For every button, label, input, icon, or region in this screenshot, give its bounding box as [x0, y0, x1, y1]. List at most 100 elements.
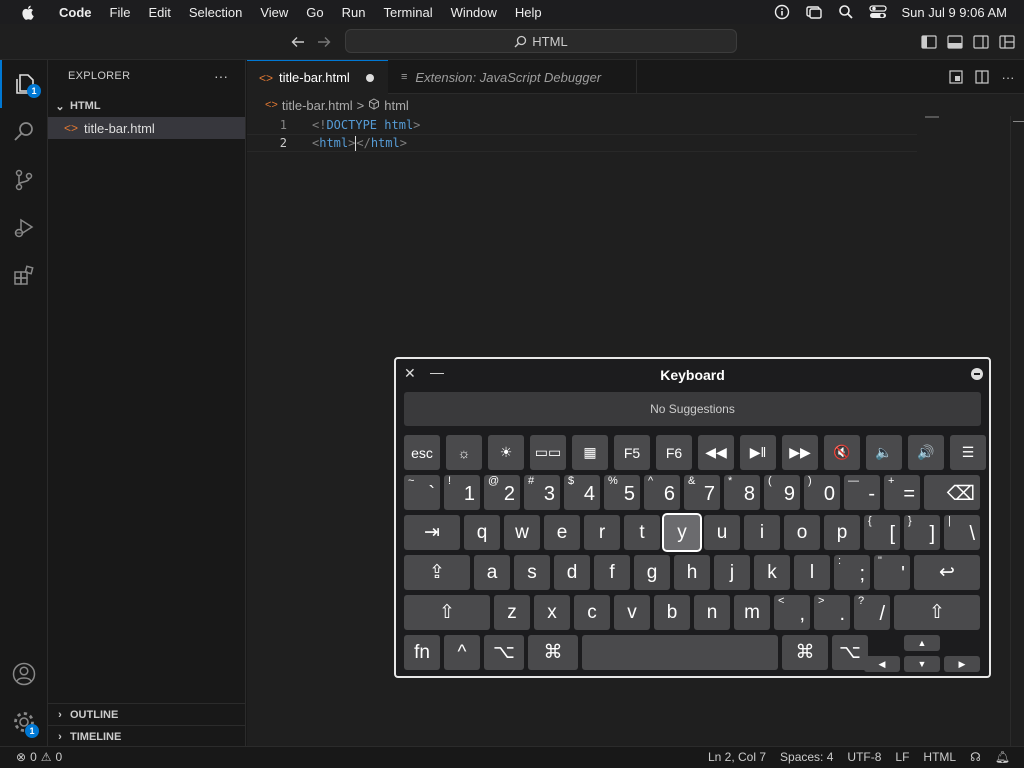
- key-row0-1[interactable]: ☼: [446, 435, 482, 470]
- key-row1-8[interactable]: * 8: [724, 475, 760, 510]
- key-row4-11[interactable]: ⇧: [894, 595, 980, 630]
- accounts-activity[interactable]: [0, 650, 48, 698]
- key-row1-2[interactable]: @2: [484, 475, 520, 510]
- menu-run[interactable]: Run: [333, 5, 375, 20]
- arrow-right-key[interactable]: ▶: [944, 656, 980, 672]
- key-row2-13[interactable]: | \: [944, 515, 980, 550]
- key-row0-3[interactable]: ▭▭: [530, 435, 566, 470]
- explorer-activity[interactable]: 1: [0, 60, 48, 108]
- arrow-left-key[interactable]: ◀: [864, 656, 900, 672]
- manage-activity[interactable]: 1: [0, 698, 48, 746]
- menu-file[interactable]: File: [101, 5, 140, 20]
- minimap[interactable]: [925, 116, 1024, 746]
- menu-window[interactable]: Window: [442, 5, 506, 20]
- tab-extension-js-debugger[interactable]: ≡ Extension: JavaScript Debugger: [389, 60, 637, 94]
- key-row4-7[interactable]: m: [734, 595, 770, 630]
- menu-go[interactable]: Go: [297, 5, 332, 20]
- spotlight-search-icon[interactable]: [833, 0, 859, 24]
- key-row4-4[interactable]: v: [614, 595, 650, 630]
- apple-icon[interactable]: [19, 3, 37, 21]
- key-row2-1[interactable]: q: [464, 515, 500, 550]
- info-icon[interactable]: [769, 0, 795, 24]
- more-actions-icon[interactable]: ···: [1000, 69, 1016, 85]
- key-row1-3[interactable]: #3: [524, 475, 560, 510]
- menu-help[interactable]: Help: [506, 5, 551, 20]
- key-row2-4[interactable]: r: [584, 515, 620, 550]
- key-row3-0[interactable]: ⇪: [404, 555, 470, 590]
- key-row1-4[interactable]: $4: [564, 475, 600, 510]
- key-row3-1[interactable]: a: [474, 555, 510, 590]
- screen-mirroring-icon[interactable]: [801, 0, 827, 24]
- menu-view[interactable]: View: [251, 5, 297, 20]
- spacebar-key[interactable]: [582, 635, 778, 670]
- key-row0-11[interactable]: 🔈: [866, 435, 902, 470]
- end-of-line[interactable]: LF: [895, 750, 909, 764]
- extensions-activity[interactable]: [0, 252, 48, 300]
- key-row3-9[interactable]: l: [794, 555, 830, 590]
- menu-selection[interactable]: Selection: [180, 5, 251, 20]
- key-row2-0[interactable]: ⇥: [404, 515, 460, 550]
- file-item-title-bar[interactable]: <> title-bar.html: [48, 117, 245, 139]
- source-control-activity[interactable]: [0, 156, 48, 204]
- key-row1-1[interactable]: ! 1: [444, 475, 480, 510]
- key-row0-6[interactable]: F6: [656, 435, 692, 470]
- key-row0-0[interactable]: esc: [404, 435, 440, 470]
- back-arrow-icon[interactable]: [288, 32, 308, 52]
- key-row4-1[interactable]: z: [494, 595, 530, 630]
- control-center-icon[interactable]: [865, 0, 891, 24]
- key-row4-9[interactable]: >.: [814, 595, 850, 630]
- open-preview-icon[interactable]: [948, 69, 964, 85]
- folder-html[interactable]: ⌄ HTML: [48, 96, 246, 116]
- key-row1-9[interactable]: (9: [764, 475, 800, 510]
- key-row3-8[interactable]: k: [754, 555, 790, 590]
- key-row3-3[interactable]: d: [554, 555, 590, 590]
- forward-arrow-icon[interactable]: [314, 32, 334, 52]
- tab-title-bar-html[interactable]: <> title-bar.html: [247, 60, 388, 94]
- key-row2-10[interactable]: p: [824, 515, 860, 550]
- key-row0-9[interactable]: ▶▶: [782, 435, 818, 470]
- key-row3-7[interactable]: j: [714, 555, 750, 590]
- breadcrumb-symbol[interactable]: html: [384, 98, 409, 113]
- language-mode[interactable]: HTML: [923, 750, 956, 764]
- customize-layout-icon[interactable]: [998, 33, 1016, 51]
- toggle-primary-sidebar-icon[interactable]: [920, 33, 938, 51]
- key-row3-6[interactable]: h: [674, 555, 710, 590]
- menubar-clock[interactable]: Sun Jul 9 9:06 AM: [901, 5, 1007, 20]
- key-row4-6[interactable]: n: [694, 595, 730, 630]
- key-row1-10[interactable]: ) 0: [804, 475, 840, 510]
- split-editor-icon[interactable]: [974, 69, 990, 85]
- key-row5-6[interactable]: ⌥: [832, 635, 868, 670]
- key-row2-8[interactable]: i: [744, 515, 780, 550]
- menu-app-name[interactable]: Code: [50, 5, 101, 20]
- key-row4-8[interactable]: <,: [774, 595, 810, 630]
- key-row5-1[interactable]: ^: [444, 635, 480, 670]
- key-row2-6[interactable]: y: [662, 513, 702, 552]
- breadcrumb-file[interactable]: title-bar.html: [282, 98, 353, 113]
- key-row3-10[interactable]: :;: [834, 555, 870, 590]
- key-row2-5[interactable]: t: [624, 515, 660, 550]
- key-row4-3[interactable]: c: [574, 595, 610, 630]
- notifications-bell-icon[interactable]: 🔔︎: [995, 750, 1010, 764]
- arrow-down-key[interactable]: ▼: [904, 656, 940, 672]
- key-row1-0[interactable]: ~ `: [404, 475, 440, 510]
- key-row0-5[interactable]: F5: [614, 435, 650, 470]
- key-row2-3[interactable]: e: [544, 515, 580, 550]
- key-row3-4[interactable]: f: [594, 555, 630, 590]
- key-row5-0[interactable]: fn: [404, 635, 440, 670]
- toggle-panel-icon[interactable]: [946, 33, 964, 51]
- key-row0-13[interactable]: ☰: [950, 435, 986, 470]
- key-row1-5[interactable]: % 5: [604, 475, 640, 510]
- feedback-icon[interactable]: ☊: [970, 750, 981, 764]
- menu-terminal[interactable]: Terminal: [375, 5, 442, 20]
- key-row5-2[interactable]: ⌥: [484, 635, 524, 670]
- key-row1-12[interactable]: + =: [884, 475, 920, 510]
- key-row2-12[interactable]: }]: [904, 515, 940, 550]
- timeline-section[interactable]: › TIMELINE: [48, 725, 246, 747]
- cursor-position[interactable]: Ln 2, Col 7: [708, 750, 766, 764]
- options-icon[interactable]: [971, 368, 983, 380]
- key-row2-9[interactable]: o: [784, 515, 820, 550]
- explorer-more-actions[interactable]: ···: [214, 68, 228, 84]
- indentation[interactable]: Spaces: 4: [780, 750, 833, 764]
- search-activity[interactable]: [0, 108, 48, 156]
- key-row5-5[interactable]: ⌘: [782, 635, 828, 670]
